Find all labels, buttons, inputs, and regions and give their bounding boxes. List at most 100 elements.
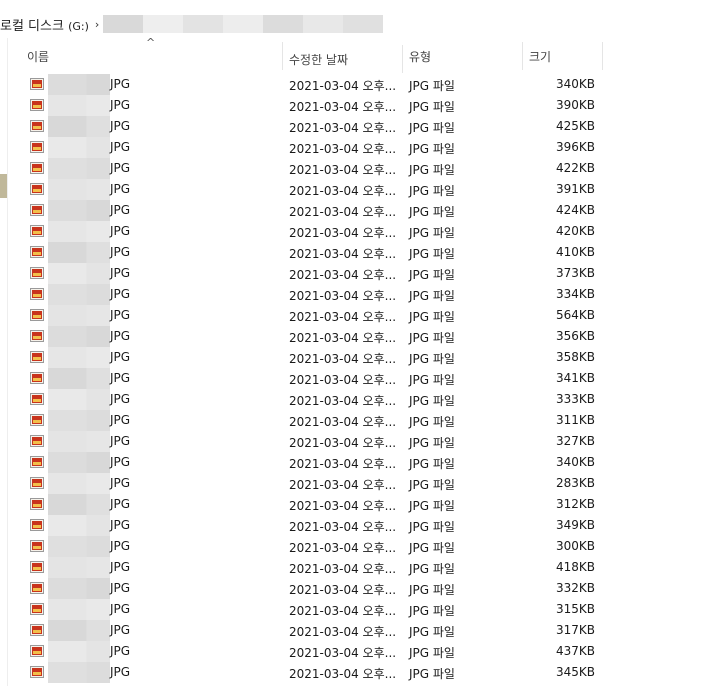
file-type: JPG 파일	[409, 268, 455, 282]
jpg-file-icon	[30, 267, 44, 279]
file-type: JPG 파일	[409, 436, 455, 450]
file-extension: JPG	[110, 476, 131, 490]
file-row[interactable]: JPG 2021-03-04 오후... JPG 파일 437KB	[21, 641, 611, 662]
jpg-file-icon	[30, 666, 44, 678]
file-size: 418KB	[555, 560, 595, 574]
file-size: 300KB	[555, 539, 595, 553]
redacted-filename	[48, 326, 110, 347]
file-extension: JPG	[110, 455, 131, 469]
file-extension: JPG	[110, 308, 131, 322]
file-modified-date: 2021-03-04 오후...	[289, 205, 397, 219]
file-type: JPG 파일	[409, 394, 455, 408]
jpg-file-icon	[30, 288, 44, 300]
file-extension: JPG	[110, 266, 131, 280]
file-modified-date: 2021-03-04 오후...	[289, 625, 397, 639]
file-size: 358KB	[555, 350, 595, 364]
file-row[interactable]: JPG 2021-03-04 오후... JPG 파일 333KB	[21, 389, 611, 410]
file-type: JPG 파일	[409, 184, 455, 198]
file-modified-date: 2021-03-04 오후...	[289, 499, 397, 513]
redacted-filename	[48, 347, 110, 368]
file-row[interactable]: JPG 2021-03-04 오후... JPG 파일 349KB	[21, 515, 611, 536]
file-row[interactable]: JPG 2021-03-04 오후... JPG 파일 341KB	[21, 368, 611, 389]
jpg-file-icon	[30, 498, 44, 510]
redacted-filename	[48, 242, 110, 263]
file-row[interactable]: JPG 2021-03-04 오후... JPG 파일 283KB	[21, 473, 611, 494]
file-row[interactable]: JPG 2021-03-04 오후... JPG 파일 334KB	[21, 284, 611, 305]
redacted-filename	[48, 494, 110, 515]
file-row[interactable]: JPG 2021-03-04 오후... JPG 파일 396KB	[21, 137, 611, 158]
file-row[interactable]: JPG 2021-03-04 오후... JPG 파일 340KB	[21, 452, 611, 473]
file-modified-date: 2021-03-04 오후...	[289, 226, 397, 240]
file-modified-date: 2021-03-04 오후...	[289, 520, 397, 534]
file-type: JPG 파일	[409, 142, 455, 156]
file-row[interactable]: JPG 2021-03-04 오후... JPG 파일 332KB	[21, 578, 611, 599]
file-modified-date: 2021-03-04 오후...	[289, 415, 397, 429]
file-modified-date: 2021-03-04 오후...	[289, 541, 397, 555]
file-row[interactable]: JPG 2021-03-04 오후... JPG 파일 422KB	[21, 158, 611, 179]
redacted-filename	[48, 158, 110, 179]
redacted-filename	[48, 74, 110, 95]
file-row[interactable]: JPG 2021-03-04 오후... JPG 파일 390KB	[21, 95, 611, 116]
chevron-right-icon[interactable]: ›	[95, 18, 99, 31]
jpg-file-icon	[30, 99, 44, 111]
column-header-type[interactable]: 유형	[403, 42, 523, 70]
file-type: JPG 파일	[409, 205, 455, 219]
file-row[interactable]: JPG 2021-03-04 오후... JPG 파일 418KB	[21, 557, 611, 578]
file-type: JPG 파일	[409, 562, 455, 576]
file-row[interactable]: JPG 2021-03-04 오후... JPG 파일 424KB	[21, 200, 611, 221]
jpg-file-icon	[30, 456, 44, 468]
address-bar[interactable]: 로컬 디스크 (G:) ›	[0, 10, 708, 38]
redacted-filename	[48, 368, 110, 389]
nav-selection-marker	[0, 174, 7, 198]
file-row[interactable]: JPG 2021-03-04 오후... JPG 파일 356KB	[21, 326, 611, 347]
file-row[interactable]: JPG 2021-03-04 오후... JPG 파일 340KB	[21, 74, 611, 95]
file-row[interactable]: JPG 2021-03-04 오후... JPG 파일 300KB	[21, 536, 611, 557]
column-header-date[interactable]: 수정한 날짜	[283, 45, 403, 73]
file-size: 425KB	[555, 119, 595, 133]
file-extension: JPG	[110, 224, 131, 238]
file-extension: JPG	[110, 560, 131, 574]
drive-label: 로컬 디스크	[0, 18, 64, 34]
file-row[interactable]: JPG 2021-03-04 오후... JPG 파일 425KB	[21, 116, 611, 137]
file-modified-date: 2021-03-04 오후...	[289, 352, 397, 366]
file-size: 315KB	[555, 602, 595, 616]
file-type: JPG 파일	[409, 415, 455, 429]
file-row[interactable]: JPG 2021-03-04 오후... JPG 파일 410KB	[21, 242, 611, 263]
redacted-filename	[48, 662, 110, 683]
file-size: 332KB	[555, 581, 595, 595]
file-size: 312KB	[555, 497, 595, 511]
file-type: JPG 파일	[409, 247, 455, 261]
file-row[interactable]: JPG 2021-03-04 오후... JPG 파일 315KB	[21, 599, 611, 620]
file-row[interactable]: JPG 2021-03-04 오후... JPG 파일 358KB	[21, 347, 611, 368]
breadcrumb-drive[interactable]: 로컬 디스크 (G:)	[0, 15, 89, 34]
redacted-filename	[48, 263, 110, 284]
file-modified-date: 2021-03-04 오후...	[289, 604, 397, 618]
jpg-file-icon	[30, 435, 44, 447]
file-row[interactable]: JPG 2021-03-04 오후... JPG 파일 312KB	[21, 494, 611, 515]
file-list: JPG 2021-03-04 오후... JPG 파일 340KB JPG 2021-03…	[21, 74, 611, 683]
file-row[interactable]: JPG 2021-03-04 오후... JPG 파일 420KB	[21, 221, 611, 242]
file-extension: JPG	[110, 539, 131, 553]
file-row[interactable]: JPG 2021-03-04 오후... JPG 파일 373KB	[21, 263, 611, 284]
file-modified-date: 2021-03-04 오후...	[289, 394, 397, 408]
file-modified-date: 2021-03-04 오후...	[289, 100, 397, 114]
redacted-filename	[48, 137, 110, 158]
redacted-filename	[48, 557, 110, 578]
file-modified-date: 2021-03-04 오후...	[289, 457, 397, 471]
column-header-size[interactable]: 크기	[523, 42, 603, 70]
file-row[interactable]: JPG 2021-03-04 오후... JPG 파일 311KB	[21, 410, 611, 431]
file-row[interactable]: JPG 2021-03-04 오후... JPG 파일 317KB	[21, 620, 611, 641]
redacted-filename	[48, 410, 110, 431]
file-size: 373KB	[555, 266, 595, 280]
file-row[interactable]: JPG 2021-03-04 오후... JPG 파일 391KB	[21, 179, 611, 200]
file-size: 340KB	[555, 455, 595, 469]
file-size: 341KB	[555, 371, 595, 385]
file-row[interactable]: JPG 2021-03-04 오후... JPG 파일 345KB	[21, 662, 611, 683]
redacted-filename	[48, 221, 110, 242]
file-row[interactable]: JPG 2021-03-04 오후... JPG 파일 564KB	[21, 305, 611, 326]
redacted-filename	[48, 452, 110, 473]
file-extension: JPG	[110, 434, 131, 448]
file-type: JPG 파일	[409, 499, 455, 513]
file-size: 420KB	[555, 224, 595, 238]
file-row[interactable]: JPG 2021-03-04 오후... JPG 파일 327KB	[21, 431, 611, 452]
